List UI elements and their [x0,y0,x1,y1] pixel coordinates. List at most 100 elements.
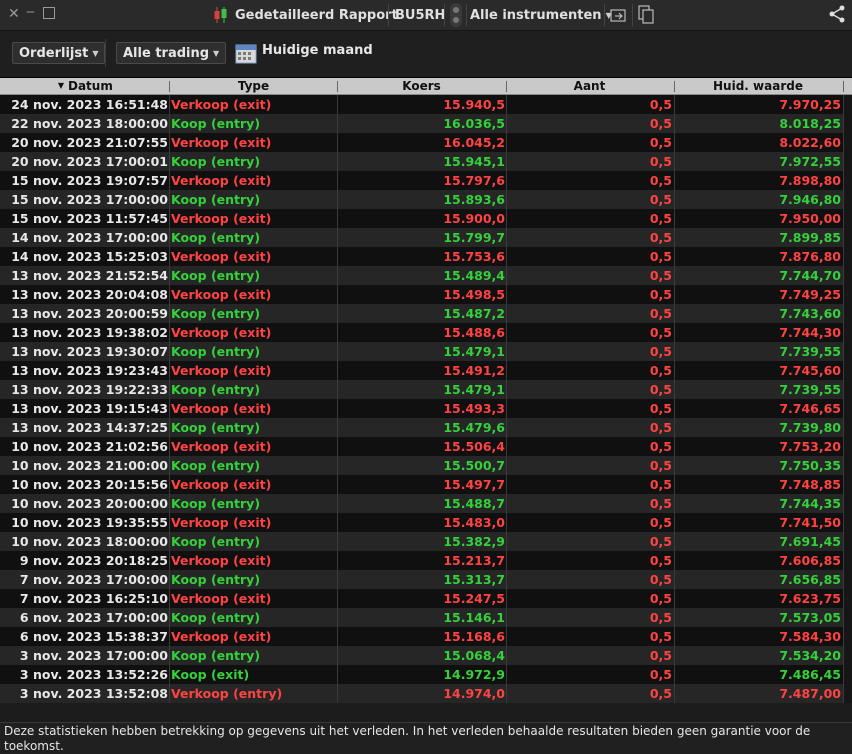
row-end-stub [844,570,852,589]
table-row[interactable]: 7 nov. 2023 17:00:00 Koop (entry) 15.313,7… [0,570,852,589]
col-header-type[interactable]: Type [171,78,336,94]
cell-aant: 0,5 [649,496,672,511]
table-row[interactable]: 20 nov. 2023 17:00:01 Koop (entry) 15.945,… [0,152,852,171]
account-code[interactable]: BU5RH [395,8,445,23]
col-header-aant[interactable]: Aant [507,78,672,94]
row-end-stub [844,209,852,228]
cell-aant: 0,5 [649,344,672,359]
cell-waarde: 8.022,60 [779,135,841,150]
cell-koers: 15.493,3 [443,401,505,416]
cell-waarde: 7.534,20 [779,648,841,663]
copy-icon[interactable] [638,5,656,29]
cell-aant: 0,5 [649,249,672,264]
cell-koers: 15.487,2 [443,306,505,321]
cell-date: 10 nov. 2023 21:02:56 [11,439,168,454]
cell-aant: 0,5 [649,192,672,207]
table-row[interactable]: 13 nov. 2023 14:37:25 Koop (entry) 15.479,… [0,418,852,437]
table-row[interactable]: 14 nov. 2023 17:00:00 Koop (entry) 15.799,… [0,228,852,247]
table-row[interactable]: 15 nov. 2023 11:57:45 Verkoop (exit) 15.90… [0,209,852,228]
table-row[interactable]: 13 nov. 2023 20:00:59 Koop (entry) 15.487,… [0,304,852,323]
table-row[interactable]: 6 nov. 2023 15:38:37 Verkoop (exit) 15.168… [0,627,852,646]
table-row[interactable]: 10 nov. 2023 20:15:56 Verkoop (exit) 15.49… [0,475,852,494]
cell-date: 10 nov. 2023 19:35:55 [11,515,168,530]
close-icon[interactable]: ✕ [8,6,20,22]
col-header-koers[interactable]: Koers [338,78,505,94]
cell-koers: 15.483,0 [443,515,505,530]
cell-waarde: 7.743,60 [779,306,841,321]
cell-date: 24 nov. 2023 16:51:48 [11,97,168,112]
cell-koers: 16.036,5 [443,116,505,131]
cell-type: Koop (entry) [171,458,261,473]
table-row[interactable]: 3 nov. 2023 17:00:00 Koop (entry) 15.068,4… [0,646,852,665]
orderlist-label: Orderlijst [19,45,89,61]
cell-waarde: 7.950,00 [779,211,841,226]
row-end-stub [844,361,852,380]
row-end-stub [844,627,852,646]
table-row[interactable]: 15 nov. 2023 19:07:57 Verkoop (exit) 15.79… [0,171,852,190]
table-row[interactable]: 10 nov. 2023 21:00:00 Koop (entry) 15.500,… [0,456,852,475]
minimize-icon[interactable]: ‒ [26,4,35,20]
row-end-stub [844,646,852,665]
table-row[interactable]: 3 nov. 2023 13:52:08 Verkoop (entry) 14.97… [0,684,852,703]
report-toolbar: Orderlijst ▼ Alle trading ▼ Huidige maan… [0,31,852,78]
cell-type: Koop (entry) [171,534,261,549]
share-icon[interactable] [828,5,846,27]
cell-koers: 15.488,6 [443,325,505,340]
table-row[interactable]: 22 nov. 2023 18:00:00 Koop (entry) 16.036,… [0,114,852,133]
table-row[interactable]: 10 nov. 2023 19:35:55 Verkoop (exit) 15.48… [0,513,852,532]
cell-date: 10 nov. 2023 20:00:00 [11,496,168,511]
cell-waarde: 7.744,70 [779,268,841,283]
cell-koers: 15.068,4 [443,648,505,663]
instruments-label: Alle instrumenten [470,7,602,23]
table-row[interactable]: 24 nov. 2023 16:51:48 Verkoop (exit) 15.94… [0,95,852,114]
cell-aant: 0,5 [649,477,672,492]
table-row[interactable]: 14 nov. 2023 15:25:03 Verkoop (exit) 15.75… [0,247,852,266]
row-end-stub [844,475,852,494]
table-row[interactable]: 20 nov. 2023 21:07:55 Verkoop (exit) 16.04… [0,133,852,152]
table-row[interactable]: 13 nov. 2023 20:04:08 Verkoop (exit) 15.49… [0,285,852,304]
table-row[interactable]: 10 nov. 2023 18:00:00 Koop (entry) 15.382,… [0,532,852,551]
table-row[interactable]: 13 nov. 2023 19:22:33 Koop (entry) 15.479,… [0,380,852,399]
table-row[interactable]: 13 nov. 2023 19:15:43 Verkoop (exit) 15.49… [0,399,852,418]
orderlist-dropdown[interactable]: Orderlijst ▼ [12,42,106,64]
maximize-icon[interactable] [43,7,55,19]
sort-desc-icon: ▼ [57,81,65,90]
row-end-stub [844,589,852,608]
export-icon[interactable] [610,7,628,27]
period-label[interactable]: Huidige maand [262,43,373,58]
cell-waarde: 7.487,00 [779,686,841,701]
table-row[interactable]: 13 nov. 2023 19:38:02 Verkoop (exit) 15.48… [0,323,852,342]
table-row[interactable]: 6 nov. 2023 17:00:00 Koop (entry) 15.146,1… [0,608,852,627]
table-row[interactable]: 13 nov. 2023 19:30:07 Koop (entry) 15.479,… [0,342,852,361]
table-row[interactable]: 13 nov. 2023 21:52:54 Koop (entry) 15.489,… [0,266,852,285]
cell-aant: 0,5 [649,97,672,112]
instruments-dropdown[interactable]: Alle instrumenten ▼ [470,4,612,26]
cell-date: 7 nov. 2023 16:25:10 [19,591,168,606]
row-end-stub [844,494,852,513]
cell-waarde: 7.623,75 [779,591,841,606]
table-row[interactable]: 10 nov. 2023 21:02:56 Verkoop (exit) 15.50… [0,437,852,456]
cell-waarde: 7.739,80 [779,420,841,435]
report-title-group: Gedetailleerd Rapport [213,4,398,26]
table-row[interactable]: 7 nov. 2023 16:25:10 Verkoop (exit) 15.247… [0,589,852,608]
cell-koers: 15.506,4 [443,439,505,454]
calendar-icon[interactable] [235,42,257,64]
link-handle-icon[interactable] [450,3,462,27]
table-row[interactable]: 3 nov. 2023 13:52:26 Koop (exit) 14.972,9 0… [0,665,852,684]
cell-date: 3 nov. 2023 17:00:00 [19,648,168,663]
table-row[interactable]: 15 nov. 2023 17:00:00 Koop (entry) 15.893,… [0,190,852,209]
row-end-stub [844,228,852,247]
cell-waarde: 7.606,85 [779,553,841,568]
cell-koers: 15.799,7 [443,230,505,245]
cell-aant: 0,5 [649,439,672,454]
col-header-waarde[interactable]: Huid. waarde [675,78,841,94]
cell-waarde: 7.972,55 [779,154,841,169]
cell-type: Koop (entry) [171,382,261,397]
table-row[interactable]: 9 nov. 2023 20:18:25 Verkoop (exit) 15.213… [0,551,852,570]
trading-dropdown[interactable]: Alle trading ▼ [116,42,227,64]
cell-aant: 0,5 [649,363,672,378]
col-header-datum[interactable]: Datum [68,78,118,94]
cell-waarde: 7.753,20 [779,439,841,454]
table-row[interactable]: 10 nov. 2023 20:00:00 Koop (entry) 15.488,… [0,494,852,513]
table-row[interactable]: 13 nov. 2023 19:23:43 Verkoop (exit) 15.49… [0,361,852,380]
